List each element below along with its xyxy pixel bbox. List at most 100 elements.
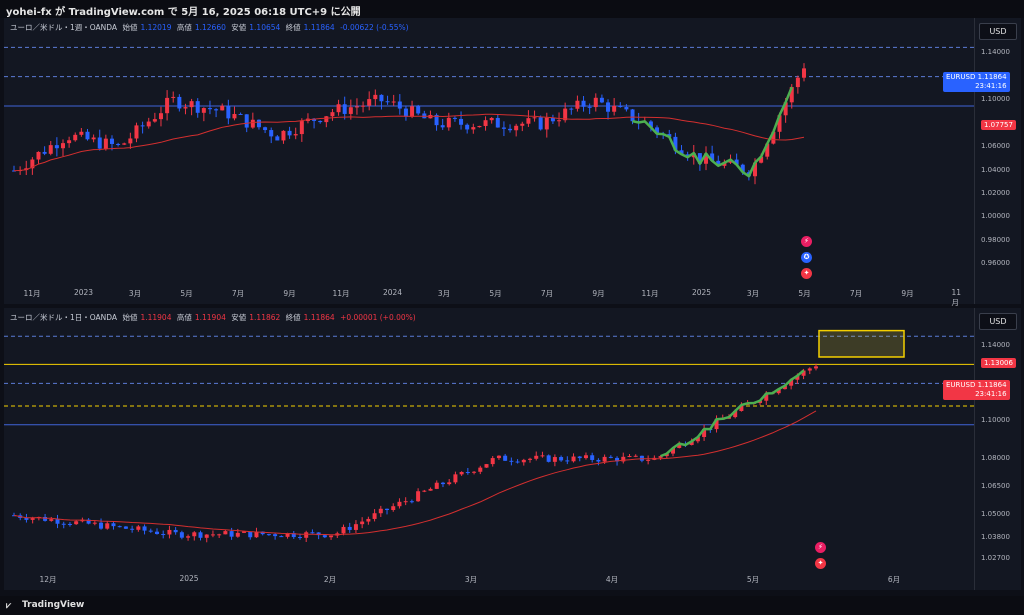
weekly-time-axis[interactable]: 11月 2023 3月 5月 7月 9月 11月 2024 3月 5月 7月 9月 11月 2025 3月 5… [4, 286, 974, 307]
candle-body [304, 532, 309, 538]
candle-body [109, 138, 114, 144]
candle-body [569, 108, 574, 110]
candle-body [158, 113, 163, 120]
time-tick-label: 11月 [951, 288, 962, 307]
currency-button[interactable]: USD [979, 313, 1017, 330]
candle-body [581, 100, 586, 107]
candle-body [538, 117, 543, 130]
price-badge: 1.07757 [981, 120, 1016, 131]
eu-flag-icon[interactable]: ✪ [801, 252, 812, 263]
daily-chart-panel[interactable]: ユーロ／米ドル・1日・OANDA 始値 1.11904 高値 1.11904 安値 1… [4, 308, 1021, 590]
price-tick-label: 1.14000 [981, 48, 1010, 57]
candle-body [534, 455, 539, 459]
candle-body [111, 523, 116, 527]
price-badge: EURUSD 1.11864 23:41:16 [943, 72, 1010, 93]
time-tick-label: 2025 [691, 288, 712, 297]
candle-body [61, 523, 66, 525]
candle-body [48, 145, 53, 154]
candle-body [639, 455, 644, 461]
time-tick-label: 9月 [901, 289, 914, 298]
candle-body [281, 130, 286, 141]
candle-body [593, 97, 598, 108]
candle-body [226, 105, 231, 119]
candle-body [646, 459, 651, 461]
candle-body [242, 531, 247, 533]
candle-body [532, 117, 537, 119]
price-badge: EURUSD 1.11864 23:41:16 [943, 379, 1010, 400]
candle-body [161, 534, 166, 536]
lightning-icon[interactable]: ⚡ [801, 236, 812, 247]
candle-body [478, 467, 483, 472]
candle-body [263, 127, 268, 131]
candle-body [618, 105, 623, 108]
candle-body [526, 118, 531, 124]
candle-body [452, 117, 457, 119]
candle-body [571, 456, 576, 462]
time-tick-label: 4月 [605, 575, 619, 584]
candle-body [361, 105, 366, 107]
daily-price-axis[interactable]: 1.14000 1.10000 1.08000 1.06500 1.05000 1.038… [943, 308, 1021, 590]
price-badge: 1.13006 [981, 358, 1016, 369]
candle-body [515, 461, 520, 463]
time-tick-label: 3月 [464, 575, 478, 584]
candle-body [416, 106, 421, 114]
price-tick-label: 1.05000 [981, 510, 1010, 519]
candle-body [495, 117, 500, 128]
price-tick-label: 1.10000 [981, 95, 1010, 104]
candle-body [391, 506, 396, 511]
weekly-plot[interactable] [4, 18, 974, 282]
candle-body [238, 113, 243, 115]
candle-body [606, 102, 611, 112]
candle-body [244, 114, 249, 128]
candle-body [360, 521, 365, 525]
candle-body [214, 109, 219, 111]
candle-body [293, 134, 298, 136]
candle-body [528, 458, 533, 460]
us-flag-icon[interactable]: ✦ [801, 268, 812, 279]
candle-body [105, 523, 110, 529]
time-tick-label: 6月 [887, 575, 901, 584]
candle-body [60, 143, 65, 149]
candle-body [73, 134, 78, 141]
candle-body [152, 119, 157, 122]
currency-button[interactable]: USD [979, 23, 1017, 40]
swing-highlight-line [632, 86, 793, 178]
weekly-chart-panel[interactable]: ユーロ／米ドル・1週・OANDA 始値 1.12019 高値 1.12660 安値 1… [4, 18, 1021, 307]
candle-body [354, 106, 359, 108]
candle-body [235, 532, 240, 537]
time-tick-label: 2025 [179, 574, 199, 583]
candle-body [440, 482, 445, 485]
price-tick-label: 1.14000 [981, 340, 1010, 349]
candle-body [367, 99, 372, 106]
candle-body [146, 121, 151, 127]
lightning-icon[interactable]: ⚡ [815, 542, 826, 553]
candle-body [165, 97, 170, 114]
time-tick-label: 2024 [382, 288, 403, 297]
candle-body [329, 535, 334, 538]
daily-symbol: ユーロ／米ドル・1日・OANDA [10, 313, 118, 322]
time-tick-label: 7月 [231, 289, 245, 298]
candle-body [97, 137, 102, 149]
candle-body [195, 101, 200, 113]
candle-body [447, 482, 452, 485]
weekly-header: ユーロ／米ドル・1週・OANDA 始値 1.12019 高値 1.12660 安値 1… [10, 23, 409, 32]
candle-body [130, 528, 135, 530]
candle-body [273, 534, 278, 537]
candle-body [471, 127, 476, 130]
candle-body [630, 109, 635, 122]
time-tick-label: 11月 [332, 289, 350, 298]
daily-plot[interactable] [4, 308, 974, 568]
daily-time-axis[interactable]: 12月 2025 2月 3月 4月 5月 6月 [4, 572, 974, 588]
price-tick-label: 1.03800 [981, 532, 1010, 541]
weekly-price-axis[interactable]: 1.160001.140001.100001.060001.040001.020… [943, 18, 1021, 304]
time-tick-label: 7月 [849, 289, 863, 298]
candle-body [484, 464, 489, 468]
candle-body [85, 131, 90, 140]
candle-body [546, 455, 551, 462]
candle-body [347, 526, 352, 530]
candle-body [79, 131, 84, 135]
us-flag-icon[interactable]: ✦ [815, 558, 826, 569]
candle-body [397, 501, 402, 507]
time-tick-label: 9月 [592, 289, 605, 298]
footer-brand: TradingView [22, 600, 85, 610]
